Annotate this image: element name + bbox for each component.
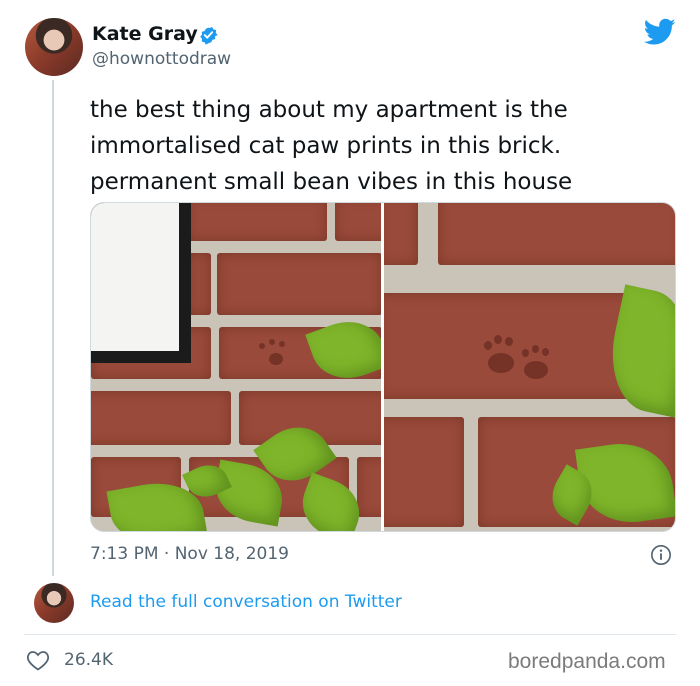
- tweet-media[interactable]: [90, 202, 676, 532]
- site-watermark: boredpanda.com: [508, 650, 666, 673]
- author-avatar[interactable]: [25, 18, 83, 76]
- read-conversation-link[interactable]: Read the full conversation on Twitter: [90, 592, 402, 612]
- photo-paw-print-closeup[interactable]: [384, 203, 675, 531]
- info-icon[interactable]: [650, 544, 672, 566]
- like-count: 26.4K: [64, 650, 113, 670]
- reply-avatar[interactable]: [34, 583, 74, 623]
- heart-icon[interactable]: [26, 649, 50, 671]
- thread-line: [52, 80, 54, 576]
- photo-brick-wall-frame[interactable]: [91, 203, 381, 531]
- twitter-bird-icon[interactable]: [644, 18, 676, 46]
- tweet-text: the best thing about my apartment is the…: [90, 97, 573, 195]
- divider: [24, 634, 676, 635]
- verified-badge-icon: [200, 26, 218, 45]
- author-handle[interactable]: @hownottodraw: [92, 49, 231, 69]
- tweet-timestamp[interactable]: 7:13 PM · Nov 18, 2019: [90, 544, 289, 564]
- author-name[interactable]: Kate Gray: [92, 23, 198, 45]
